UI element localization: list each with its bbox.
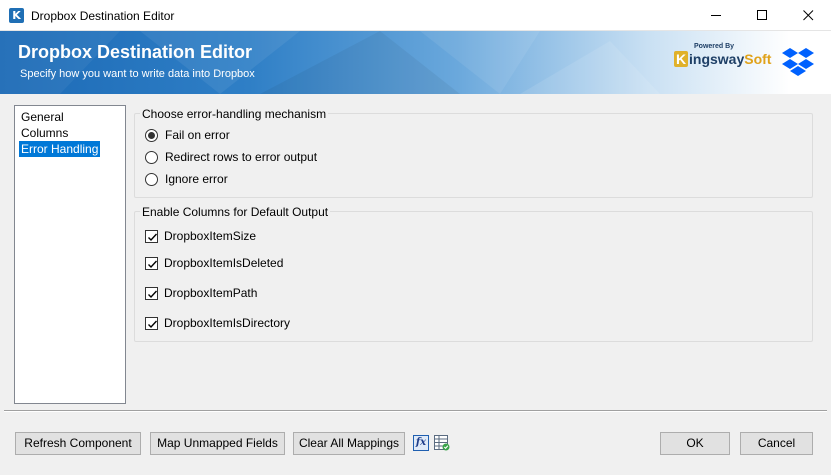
map-unmapped-fields-button[interactable]: Map Unmapped Fields (150, 432, 285, 455)
item-path-label: DropboxItemPath (164, 286, 258, 300)
banner-title: Dropbox Destination Editor (18, 42, 252, 62)
column-item-path[interactable]: DropboxItemPath (145, 286, 257, 300)
ignore-error-label: Ignore error (165, 172, 228, 186)
clear-all-mappings-button[interactable]: Clear All Mappings (293, 432, 405, 455)
refresh-component-button[interactable]: Refresh Component (15, 432, 141, 455)
minimize-button[interactable] (693, 0, 739, 31)
error-handling-group: Choose error-handling mechanism Fail on … (134, 107, 813, 198)
checkmark-icon (148, 260, 158, 268)
item-is-directory-checkbox[interactable] (145, 316, 158, 330)
default-output-group-label: Enable Columns for Default Output (140, 205, 331, 219)
mapping-grid-icon[interactable] (434, 435, 450, 451)
checkmark-icon (148, 233, 158, 241)
logo-part2: Soft (744, 51, 772, 67)
footer-separator (4, 410, 827, 412)
nav-item-columns[interactable]: Columns (19, 125, 70, 141)
maximize-button[interactable] (739, 0, 785, 31)
item-path-checkbox[interactable] (145, 286, 158, 300)
item-is-deleted-checkbox[interactable] (145, 256, 158, 270)
window-title: Dropbox Destination Editor (31, 9, 175, 23)
checkmark-icon (148, 320, 158, 328)
kingswaysoft-logo: Powered By KingswaySoft (674, 43, 771, 77)
redirect-rows-label: Redirect rows to error output (165, 150, 318, 164)
header-banner: Dropbox Destination Editor Specify how y… (0, 31, 831, 94)
maximize-icon (757, 10, 767, 20)
cancel-button[interactable]: Cancel (740, 432, 813, 455)
nav-item-general[interactable]: General (19, 109, 66, 125)
ok-button[interactable]: OK (660, 432, 730, 455)
logo-powered-by: Powered By (694, 43, 735, 50)
item-size-checkbox[interactable] (145, 229, 158, 243)
nav-item-error-handling[interactable]: Error Handling (19, 141, 101, 157)
logo-wordmark: KingswaySoft (674, 51, 771, 67)
fail-on-error-option[interactable]: Fail on error (145, 128, 230, 142)
fail-on-error-radio[interactable] (145, 128, 158, 142)
redirect-rows-radio[interactable] (145, 150, 158, 164)
logo-k-badge: K (674, 51, 688, 67)
fail-on-error-label: Fail on error (165, 128, 230, 142)
app-icon: K (9, 8, 24, 23)
nav-list: General Columns Error Handling (14, 105, 126, 404)
logo-part1: ingsway (689, 51, 745, 67)
expression-fx-icon[interactable]: fx (413, 435, 429, 451)
dropbox-icon (782, 48, 814, 76)
close-button[interactable] (785, 0, 831, 31)
column-item-size[interactable]: DropboxItemSize (145, 229, 256, 243)
banner-subtitle: Specify how you want to write data into … (20, 68, 255, 80)
default-output-group: Enable Columns for Default Output Dropbo… (134, 205, 813, 342)
item-is-deleted-label: DropboxItemIsDeleted (164, 256, 284, 270)
ignore-error-radio[interactable] (145, 172, 158, 186)
minimize-icon (711, 15, 721, 16)
column-item-is-directory[interactable]: DropboxItemIsDirectory (145, 316, 290, 330)
checkmark-icon (148, 290, 158, 298)
ignore-error-option[interactable]: Ignore error (145, 172, 228, 186)
error-handling-group-label: Choose error-handling mechanism (140, 107, 329, 121)
item-is-directory-label: DropboxItemIsDirectory (164, 316, 291, 330)
redirect-rows-option[interactable]: Redirect rows to error output (145, 150, 317, 164)
close-icon (803, 10, 814, 21)
column-item-is-deleted[interactable]: DropboxItemIsDeleted (145, 256, 283, 270)
item-size-label: DropboxItemSize (164, 229, 257, 243)
title-bar: K Dropbox Destination Editor (0, 0, 831, 31)
